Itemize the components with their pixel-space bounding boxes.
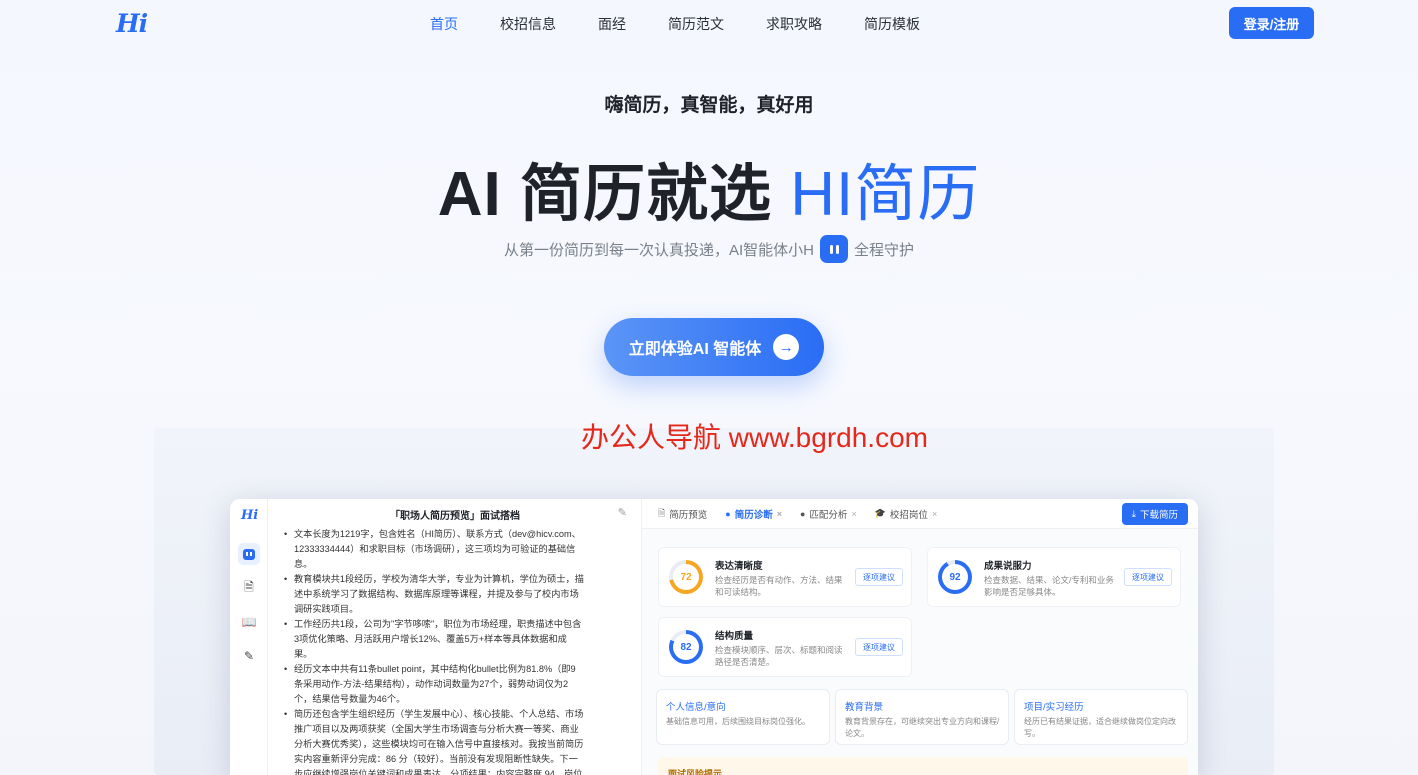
robot-icon <box>820 235 848 263</box>
risk-title: 面试风险提示 <box>668 769 723 775</box>
list-item: 经历文本中共有11条bullet point，其中结构化bullet比例为81.… <box>284 662 584 707</box>
doc-title: 「职场人简历预览」面试搭档 <box>390 511 520 522</box>
book-icon: 📖 <box>241 615 257 629</box>
section-card-education[interactable]: 教育背景 教育背景存在，可继续突出专业方向和课程/论文。 <box>835 689 1009 745</box>
section-title: 教育背景 <box>845 702 884 713</box>
sidebar-agent-button[interactable] <box>238 543 260 565</box>
nav-link-interview[interactable]: 面经 <box>598 14 626 34</box>
card-title: 成果说服力 <box>984 561 1032 572</box>
score-card-persuasion: 92 成果说服力 检查数据、结果、论文/专利和业务影响是否足够具体。 逐项建议 <box>927 547 1181 607</box>
tab-resume-preview[interactable]: 🗎 简历预览 <box>658 506 707 522</box>
hero-title: AI 简历就选 HI简历 <box>0 143 1418 233</box>
document-icon: 🗎 <box>244 579 254 594</box>
close-icon[interactable]: × <box>777 509 782 519</box>
close-icon[interactable]: × <box>851 509 856 519</box>
download-resume-button[interactable]: ⤓ 下载简历 <box>1121 503 1188 525</box>
score-ring: 82 <box>669 630 703 664</box>
suggestion-button[interactable]: 逐项建议 <box>1124 568 1172 586</box>
nav-links: 首页 校招信息 面经 简历范文 求职攻略 简历模板 <box>430 14 962 34</box>
section-description: 基础信息可用，后续围绕目标岗位强化。 <box>666 717 810 726</box>
card-description: 检查模块顺序、层次、标题和阅读路径是否清楚。 <box>715 645 843 667</box>
card-description: 检查经历是否有动作、方法、结果和可读结构。 <box>715 575 843 597</box>
close-icon[interactable]: × <box>932 509 937 519</box>
app-logo: Hi <box>241 508 259 523</box>
nav-link-templates[interactable]: 简历模板 <box>864 14 920 34</box>
hero-title-main: AI 简历就选 <box>437 160 791 229</box>
hero-title-highlight: HI简历 <box>790 160 981 229</box>
card-description: 检查数据、结果、论文/专利和业务影响是否足够具体。 <box>984 575 1114 597</box>
section-card-experience[interactable]: 项目/实习经历 经历已有结果证据，适合继续做岗位定向改写。 <box>1014 689 1188 745</box>
suggestion-button[interactable]: 逐项建议 <box>855 638 903 656</box>
tab-campus-jobs[interactable]: 🎓 校招岗位 × <box>875 507 938 521</box>
arrow-right-icon: → <box>773 334 800 360</box>
section-title: 个人信息/意向 <box>666 702 726 713</box>
analysis-list: 文本长度为1219字，包含姓名（HI简历）、联系方式（dev@hicv.com、… <box>284 527 584 775</box>
list-item: 工作经历共1段，公司为"字节哆嗦"，职位为市场经理，职责描述中包含3项优化策略、… <box>284 617 584 662</box>
hero-subtitle-before: 从第一份简历到每一次认真投递，AI智能体小H <box>503 241 814 259</box>
suggestion-button[interactable]: 逐项建议 <box>855 568 903 586</box>
chat-pane: 「职场人简历预览」面试搭档 ✎ 文本长度为1219字，包含姓名（HI简历）、联系… <box>268 499 642 775</box>
list-item: 文本长度为1219字，包含姓名（HI简历）、联系方式（dev@hicv.com、… <box>284 527 584 572</box>
hero-tagline: 嗨简历，真智能，真好用 <box>604 95 814 116</box>
sidebar-document-button[interactable]: 🗎 <box>238 577 260 599</box>
dot-icon: ● <box>725 508 731 519</box>
graduation-cap-icon: 🎓 <box>874 508 886 518</box>
diagnosis-pane: 🗎 简历预览 ● 简历诊断 × ● 匹配分析 × 🎓 校招岗位 × ⤓ 下载简历 72 表达清晰… <box>642 499 1198 775</box>
tab-match-analysis[interactable]: ● 匹配分析 × <box>800 507 857 521</box>
document-icon: 🗎 <box>658 507 666 518</box>
card-title: 表达清晰度 <box>715 561 763 572</box>
score-ring: 92 <box>938 560 972 594</box>
tab-resume-diagnosis[interactable]: ● 简历诊断 × <box>725 507 782 521</box>
try-agent-button[interactable]: 立即体验AI 智能体 → <box>604 318 824 376</box>
score-card-structure: 82 结构质量 检查模块顺序、层次、标题和阅读路径是否清楚。 逐项建议 <box>658 617 912 677</box>
hero-subtitle-after: 全程守护 <box>854 241 915 259</box>
score-card-clarity: 72 表达清晰度 检查经历是否有动作、方法、结果和可读结构。 逐项建议 <box>658 547 912 607</box>
nav-link-guide[interactable]: 求职攻略 <box>766 14 822 34</box>
sidebar-book-button[interactable]: 📖 <box>238 611 260 633</box>
dot-icon: ● <box>799 508 806 519</box>
app-sidebar: Hi 🗎 📖 ✎ <box>230 499 268 775</box>
list-item: 教育模块共1段经历，学校为清华大学，专业为计算机，学位为硕士，描述中系统学习了数… <box>284 572 584 617</box>
try-agent-label: 立即体验AI 智能体 <box>628 341 762 358</box>
watermark-text: 办公人导航 www.bgrdh.com <box>581 422 928 453</box>
top-nav: Hi 首页 校招信息 面经 简历范文 求职攻略 简历模板 登录/注册 <box>0 0 1418 46</box>
section-card-personal[interactable]: 个人信息/意向 基础信息可用，后续围绕目标岗位强化。 <box>656 689 830 745</box>
score-ring: 72 <box>669 560 703 594</box>
interview-risk-panel: 面试风险提示 <box>658 757 1188 775</box>
card-title: 结构质量 <box>715 631 754 642</box>
section-description: 经历已有结果证据，适合继续做岗位定向改写。 <box>1024 717 1176 738</box>
hicv-logo[interactable]: Hi <box>116 9 148 38</box>
edit-icon[interactable]: ✎ <box>618 506 627 519</box>
login-button[interactable]: 登录/注册 <box>1229 7 1314 39</box>
sidebar-edit-button[interactable]: ✎ <box>238 645 260 667</box>
tab-bar: 🗎 简历预览 ● 简历诊断 × ● 匹配分析 × 🎓 校招岗位 × <box>642 499 1198 529</box>
nav-link-campus[interactable]: 校招信息 <box>500 14 556 34</box>
app-preview: Hi 🗎 📖 ✎ 「职场人简历预览」面试搭档 ✎ 文本长度为1219字，包含姓名… <box>230 499 1198 775</box>
nav-link-samples[interactable]: 简历范文 <box>668 14 724 34</box>
section-description: 教育背景存在，可继续突出专业方向和课程/论文。 <box>845 717 1000 738</box>
section-title: 项目/实习经历 <box>1024 702 1084 713</box>
robot-icon <box>243 548 255 560</box>
hero-subtitle: 从第一份简历到每一次认真投递，AI智能体小H 全程守护 <box>0 235 1418 263</box>
list-item: 简历还包含学生组织经历（学生发展中心）、核心技能、个人总结、市场推广项目以及两项… <box>284 707 584 775</box>
nav-link-home[interactable]: 首页 <box>430 14 458 34</box>
pen-icon: ✎ <box>243 649 255 663</box>
download-icon: ⤓ <box>1131 508 1136 520</box>
